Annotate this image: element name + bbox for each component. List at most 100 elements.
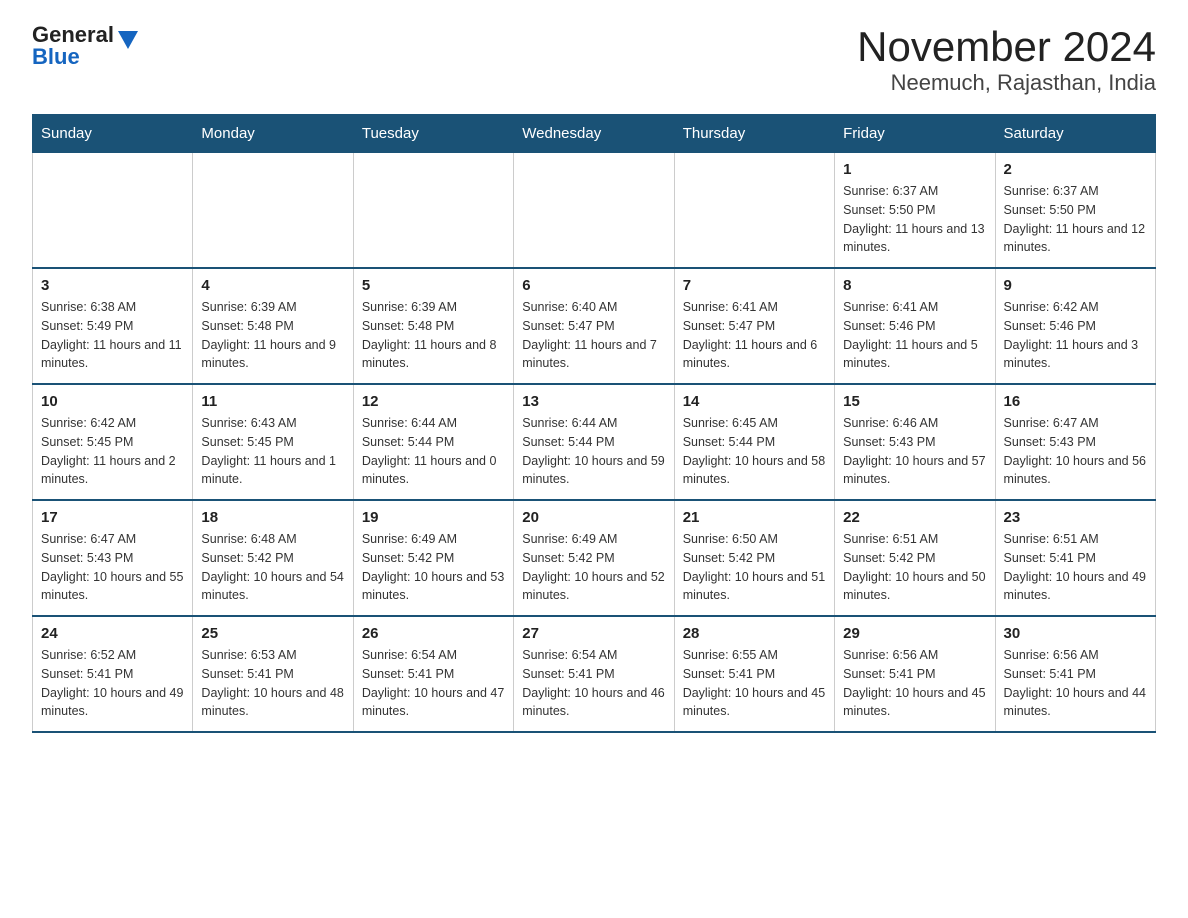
calendar-cell: 10 Sunrise: 6:42 AM Sunset: 5:45 PM Dayli… (33, 384, 193, 500)
calendar-cell: 5 Sunrise: 6:39 AM Sunset: 5:48 PM Daylig… (353, 268, 513, 384)
day-info: Sunrise: 6:56 AM Sunset: 5:41 PM Dayligh… (1004, 646, 1147, 721)
calendar-cell (674, 153, 834, 269)
week-row-1: 1 Sunrise: 6:37 AM Sunset: 5:50 PM Daylig… (33, 153, 1156, 269)
title-block: November 2024 Neemuch, Rajasthan, India (857, 24, 1156, 96)
calendar-cell: 27 Sunrise: 6:54 AM Sunset: 5:41 PM Dayli… (514, 616, 674, 732)
calendar-cell: 1 Sunrise: 6:37 AM Sunset: 5:50 PM Daylig… (835, 153, 995, 269)
day-number: 26 (362, 625, 505, 642)
day-number: 12 (362, 393, 505, 410)
week-row-2: 3 Sunrise: 6:38 AM Sunset: 5:49 PM Daylig… (33, 268, 1156, 384)
logo-triangle-icon (118, 31, 138, 49)
day-number: 8 (843, 277, 986, 294)
day-number: 27 (522, 625, 665, 642)
calendar-cell (33, 153, 193, 269)
calendar-cell: 22 Sunrise: 6:51 AM Sunset: 5:42 PM Dayli… (835, 500, 995, 616)
day-info: Sunrise: 6:42 AM Sunset: 5:45 PM Dayligh… (41, 414, 184, 489)
calendar-cell: 6Sunrise: 6:40 AM Sunset: 5:47 PM Daylig… (514, 268, 674, 384)
calendar-cell: 7 Sunrise: 6:41 AM Sunset: 5:47 PM Daylig… (674, 268, 834, 384)
day-number: 3 (41, 277, 184, 294)
day-number: 17 (41, 509, 184, 526)
day-number: 23 (1004, 509, 1147, 526)
calendar-cell: 13 Sunrise: 6:44 AM Sunset: 5:44 PM Dayli… (514, 384, 674, 500)
day-info: Sunrise: 6:45 AM Sunset: 5:44 PM Dayligh… (683, 414, 826, 489)
calendar-cell: 16 Sunrise: 6:47 AM Sunset: 5:43 PM Dayli… (995, 384, 1155, 500)
logo: General Blue (32, 24, 138, 68)
week-row-3: 10 Sunrise: 6:42 AM Sunset: 5:45 PM Dayli… (33, 384, 1156, 500)
calendar-table: SundayMondayTuesdayWednesdayThursdayFrid… (32, 114, 1156, 733)
calendar-cell: 19Sunrise: 6:49 AM Sunset: 5:42 PM Dayli… (353, 500, 513, 616)
calendar-cell: 8 Sunrise: 6:41 AM Sunset: 5:46 PM Daylig… (835, 268, 995, 384)
day-info: Sunrise: 6:44 AM Sunset: 5:44 PM Dayligh… (522, 414, 665, 489)
calendar-cell: 20Sunrise: 6:49 AM Sunset: 5:42 PM Dayli… (514, 500, 674, 616)
day-info: Sunrise: 6:50 AM Sunset: 5:42 PM Dayligh… (683, 530, 826, 605)
day-number: 13 (522, 393, 665, 410)
day-info: Sunrise: 6:37 AM Sunset: 5:50 PM Dayligh… (843, 182, 986, 257)
day-number: 6 (522, 277, 665, 294)
day-number: 24 (41, 625, 184, 642)
day-number: 28 (683, 625, 826, 642)
weekday-header-thursday: Thursday (674, 115, 834, 153)
calendar-cell: 23Sunrise: 6:51 AM Sunset: 5:41 PM Dayli… (995, 500, 1155, 616)
calendar-cell: 26 Sunrise: 6:54 AM Sunset: 5:41 PM Dayli… (353, 616, 513, 732)
calendar-header: SundayMondayTuesdayWednesdayThursdayFrid… (33, 115, 1156, 153)
day-number: 21 (683, 509, 826, 526)
day-number: 18 (201, 509, 344, 526)
weekday-header-tuesday: Tuesday (353, 115, 513, 153)
day-number: 14 (683, 393, 826, 410)
day-info: Sunrise: 6:54 AM Sunset: 5:41 PM Dayligh… (362, 646, 505, 721)
day-info: Sunrise: 6:47 AM Sunset: 5:43 PM Dayligh… (1004, 414, 1147, 489)
day-number: 5 (362, 277, 505, 294)
day-number: 22 (843, 509, 986, 526)
calendar-cell: 12Sunrise: 6:44 AM Sunset: 5:44 PM Dayli… (353, 384, 513, 500)
day-info: Sunrise: 6:39 AM Sunset: 5:48 PM Dayligh… (362, 298, 505, 373)
calendar-cell: 24 Sunrise: 6:52 AM Sunset: 5:41 PM Dayli… (33, 616, 193, 732)
day-info: Sunrise: 6:37 AM Sunset: 5:50 PM Dayligh… (1004, 182, 1147, 257)
day-info: Sunrise: 6:41 AM Sunset: 5:46 PM Dayligh… (843, 298, 986, 373)
day-number: 10 (41, 393, 184, 410)
calendar-cell: 14 Sunrise: 6:45 AM Sunset: 5:44 PM Dayli… (674, 384, 834, 500)
weekday-header-friday: Friday (835, 115, 995, 153)
day-info: Sunrise: 6:55 AM Sunset: 5:41 PM Dayligh… (683, 646, 826, 721)
day-info: Sunrise: 6:52 AM Sunset: 5:41 PM Dayligh… (41, 646, 184, 721)
calendar-subtitle: Neemuch, Rajasthan, India (857, 70, 1156, 96)
calendar-title: November 2024 (857, 24, 1156, 70)
day-info: Sunrise: 6:48 AM Sunset: 5:42 PM Dayligh… (201, 530, 344, 605)
day-info: Sunrise: 6:39 AM Sunset: 5:48 PM Dayligh… (201, 298, 344, 373)
day-number: 25 (201, 625, 344, 642)
calendar-cell (193, 153, 353, 269)
day-number: 29 (843, 625, 986, 642)
day-info: Sunrise: 6:38 AM Sunset: 5:49 PM Dayligh… (41, 298, 184, 373)
day-number: 9 (1004, 277, 1147, 294)
calendar-cell: 25 Sunrise: 6:53 AM Sunset: 5:41 PM Dayli… (193, 616, 353, 732)
calendar-cell: 30 Sunrise: 6:56 AM Sunset: 5:41 PM Dayli… (995, 616, 1155, 732)
day-info: Sunrise: 6:46 AM Sunset: 5:43 PM Dayligh… (843, 414, 986, 489)
day-number: 7 (683, 277, 826, 294)
weekday-header-sunday: Sunday (33, 115, 193, 153)
page-header: General Blue November 2024 Neemuch, Raja… (32, 24, 1156, 96)
calendar-cell: 9Sunrise: 6:42 AM Sunset: 5:46 PM Daylig… (995, 268, 1155, 384)
logo-general-text: General (32, 24, 114, 46)
day-number: 19 (362, 509, 505, 526)
day-info: Sunrise: 6:53 AM Sunset: 5:41 PM Dayligh… (201, 646, 344, 721)
day-number: 15 (843, 393, 986, 410)
day-number: 11 (201, 393, 344, 410)
calendar-cell: 11Sunrise: 6:43 AM Sunset: 5:45 PM Dayli… (193, 384, 353, 500)
day-info: Sunrise: 6:41 AM Sunset: 5:47 PM Dayligh… (683, 298, 826, 373)
calendar-body: 1 Sunrise: 6:37 AM Sunset: 5:50 PM Daylig… (33, 153, 1156, 733)
day-info: Sunrise: 6:54 AM Sunset: 5:41 PM Dayligh… (522, 646, 665, 721)
day-number: 20 (522, 509, 665, 526)
week-row-4: 17 Sunrise: 6:47 AM Sunset: 5:43 PM Dayli… (33, 500, 1156, 616)
day-number: 1 (843, 161, 986, 178)
day-info: Sunrise: 6:47 AM Sunset: 5:43 PM Dayligh… (41, 530, 184, 605)
calendar-cell: 15 Sunrise: 6:46 AM Sunset: 5:43 PM Dayli… (835, 384, 995, 500)
day-info: Sunrise: 6:51 AM Sunset: 5:42 PM Dayligh… (843, 530, 986, 605)
calendar-cell: 28 Sunrise: 6:55 AM Sunset: 5:41 PM Dayli… (674, 616, 834, 732)
calendar-cell: 18 Sunrise: 6:48 AM Sunset: 5:42 PM Dayli… (193, 500, 353, 616)
calendar-cell: 21 Sunrise: 6:50 AM Sunset: 5:42 PM Dayli… (674, 500, 834, 616)
week-row-5: 24 Sunrise: 6:52 AM Sunset: 5:41 PM Dayli… (33, 616, 1156, 732)
weekday-header-wednesday: Wednesday (514, 115, 674, 153)
day-number: 16 (1004, 393, 1147, 410)
calendar-cell (353, 153, 513, 269)
day-number: 30 (1004, 625, 1147, 642)
day-number: 2 (1004, 161, 1147, 178)
